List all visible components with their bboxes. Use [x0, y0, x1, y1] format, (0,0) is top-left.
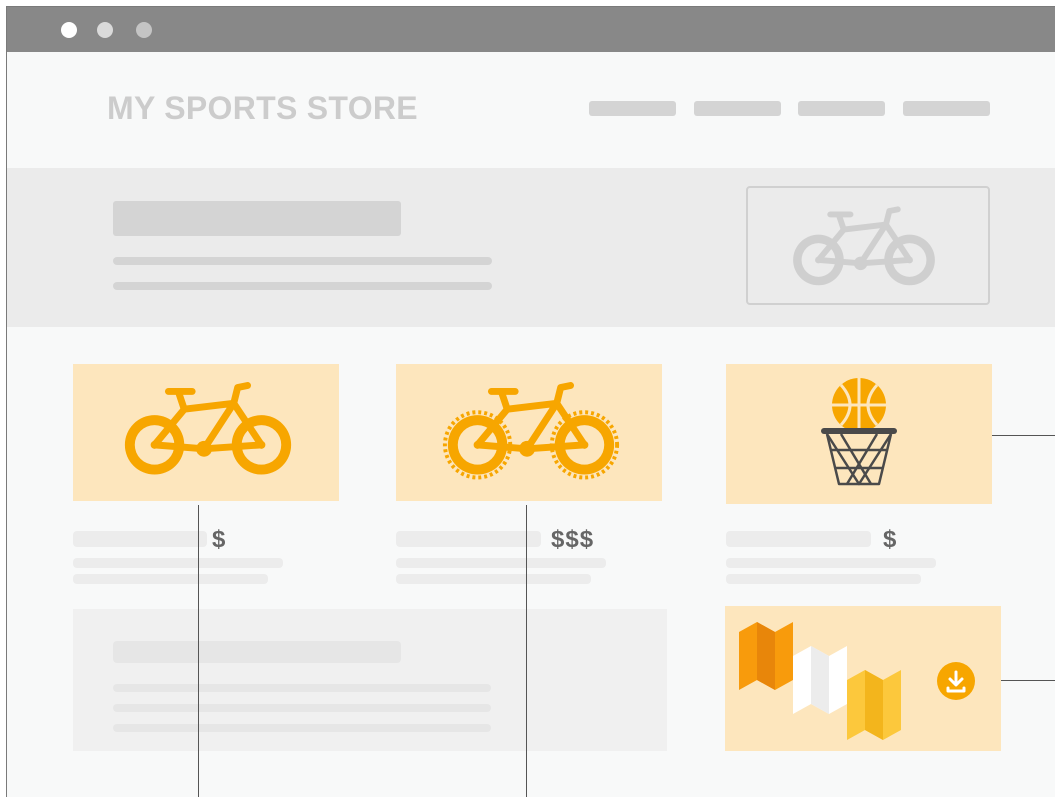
annotation-line	[198, 505, 199, 797]
nav-item-4[interactable]	[903, 101, 990, 116]
panel-text-line	[113, 704, 491, 712]
hero-text-line	[113, 282, 492, 290]
product-card-basketball[interactable]	[726, 364, 992, 504]
content-panel	[73, 609, 667, 751]
annotation-line	[526, 505, 527, 797]
folded-map-icon	[739, 622, 901, 740]
nav-item-3[interactable]	[798, 101, 885, 116]
mountain-bike-icon	[442, 378, 620, 480]
bicycle-icon	[783, 202, 945, 296]
hero-image-frame[interactable]	[746, 186, 990, 305]
hero-text-line	[113, 257, 492, 265]
product-desc-line	[726, 574, 921, 584]
product-desc-line	[73, 558, 283, 568]
hero-title-placeholder	[113, 201, 401, 236]
product-name-placeholder	[726, 531, 871, 547]
basketball-hoop-icon	[821, 378, 897, 486]
product-desc-line	[396, 558, 606, 568]
product-name-placeholder	[73, 531, 207, 547]
product-desc-line	[73, 574, 268, 584]
annotation-line	[1001, 680, 1055, 681]
panel-text-line	[113, 684, 491, 692]
product-desc-line	[726, 558, 936, 568]
nav-item-2[interactable]	[694, 101, 781, 116]
product-name-placeholder	[396, 531, 541, 547]
maximize-dot[interactable]	[136, 22, 152, 38]
download-button[interactable]	[937, 662, 975, 700]
product-price: $$$	[551, 526, 595, 553]
bicycle-icon	[113, 378, 303, 486]
minimize-dot[interactable]	[97, 22, 113, 38]
map-download-card[interactable]	[725, 606, 1001, 751]
store-brand[interactable]: MY SPORTS STORE	[107, 90, 418, 127]
close-dot[interactable]	[61, 22, 77, 38]
annotation-line	[992, 435, 1055, 436]
product-price: $	[212, 526, 227, 553]
panel-title-placeholder	[113, 641, 401, 663]
product-card-mountain-bike[interactable]	[396, 364, 662, 501]
product-desc-line	[396, 574, 591, 584]
browser-window: MY SPORTS STORE $ $$$ $	[6, 6, 1055, 797]
window-titlebar	[7, 7, 1055, 52]
download-icon	[946, 670, 966, 693]
product-price: $	[883, 526, 898, 553]
product-card-bicycle[interactable]	[73, 364, 339, 501]
panel-text-line	[113, 724, 491, 732]
nav-item-1[interactable]	[589, 101, 676, 116]
hero-banner	[7, 168, 1055, 327]
